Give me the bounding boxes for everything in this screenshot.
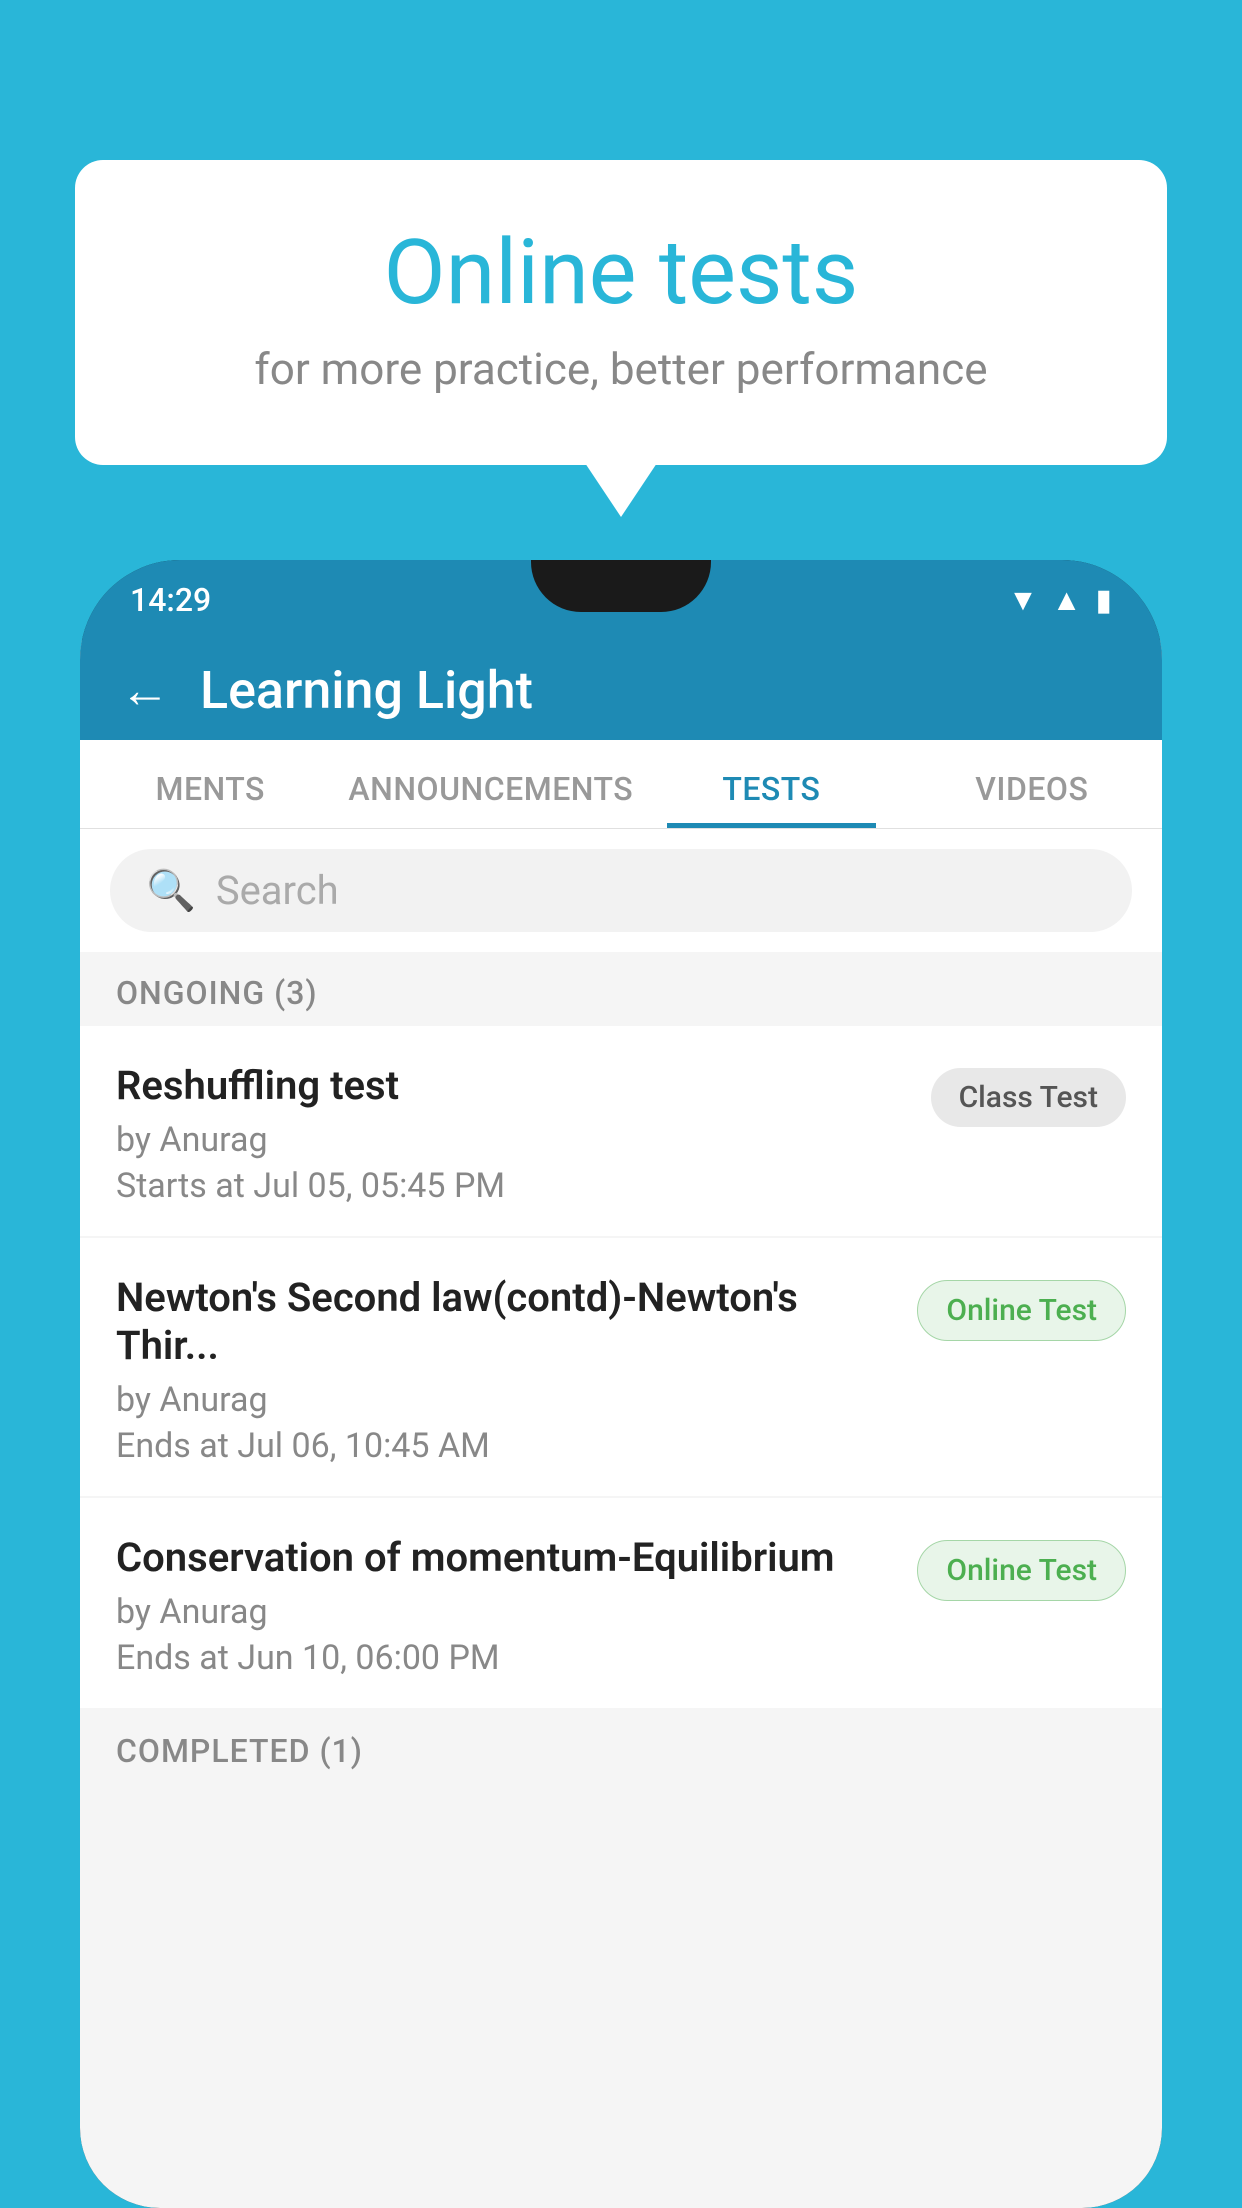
app-header: ← Learning Light <box>80 640 1162 740</box>
tab-tests[interactable]: TESTS <box>641 740 901 828</box>
search-icon: 🔍 <box>146 867 196 914</box>
tabs-bar: MENTS ANNOUNCEMENTS TESTS VIDEOS <box>80 740 1162 829</box>
test-by-3: by Anurag <box>116 1592 897 1632</box>
app-title: Learning Light <box>200 660 533 721</box>
tab-announcements[interactable]: ANNOUNCEMENTS <box>340 740 641 828</box>
test-time-3: Ends at Jun 10, 06:00 PM <box>116 1638 897 1678</box>
test-info-1: Reshuffling test by Anurag Starts at Jul… <box>116 1062 911 1206</box>
tab-ments[interactable]: MENTS <box>80 740 340 828</box>
search-bar[interactable]: 🔍 Search <box>110 849 1132 932</box>
test-badge-2: Online Test <box>917 1280 1126 1341</box>
test-info-2: Newton's Second law(contd)-Newton's Thir… <box>116 1274 897 1466</box>
status-icons: ▼ ▲ ▮ <box>1008 583 1112 618</box>
status-time: 14:29 <box>130 581 211 619</box>
search-placeholder: Search <box>216 867 339 914</box>
test-time-2: Ends at Jul 06, 10:45 AM <box>116 1426 897 1466</box>
bubble-title: Online tests <box>155 220 1087 325</box>
test-name-3: Conservation of momentum-Equilibrium <box>116 1534 897 1582</box>
test-name-1: Reshuffling test <box>116 1062 911 1110</box>
search-bar-wrap: 🔍 Search <box>80 829 1162 952</box>
signal-icon: ▲ <box>1052 583 1082 618</box>
test-item-1[interactable]: Reshuffling test by Anurag Starts at Jul… <box>80 1026 1162 1236</box>
battery-icon: ▮ <box>1095 583 1112 618</box>
test-by-1: by Anurag <box>116 1120 911 1160</box>
status-bar: 14:29 ▼ ▲ ▮ <box>80 560 1162 640</box>
test-item-2[interactable]: Newton's Second law(contd)-Newton's Thir… <box>80 1238 1162 1496</box>
test-info-3: Conservation of momentum-Equilibrium by … <box>116 1534 897 1678</box>
test-time-1: Starts at Jul 05, 05:45 PM <box>116 1166 911 1206</box>
wifi-icon: ▼ <box>1008 583 1038 618</box>
tab-videos[interactable]: VIDEOS <box>902 740 1162 828</box>
notch <box>531 560 711 612</box>
test-item-3[interactable]: Conservation of momentum-Equilibrium by … <box>80 1498 1162 1708</box>
test-by-2: by Anurag <box>116 1380 897 1420</box>
test-badge-3: Online Test <box>917 1540 1126 1601</box>
speech-bubble: Online tests for more practice, better p… <box>75 160 1167 465</box>
bubble-subtitle: for more practice, better performance <box>155 343 1087 395</box>
phone-shell: 14:29 ▼ ▲ ▮ ← Learning Light MENTS ANNOU… <box>80 560 1162 2208</box>
ongoing-section-label: ONGOING (3) <box>80 952 1162 1026</box>
back-button[interactable]: ← <box>120 661 170 720</box>
completed-section-label: COMPLETED (1) <box>80 1710 1162 1784</box>
phone-inner: ← Learning Light MENTS ANNOUNCEMENTS TES… <box>80 640 1162 2208</box>
test-name-2: Newton's Second law(contd)-Newton's Thir… <box>116 1274 897 1370</box>
test-badge-1: Class Test <box>931 1068 1126 1127</box>
